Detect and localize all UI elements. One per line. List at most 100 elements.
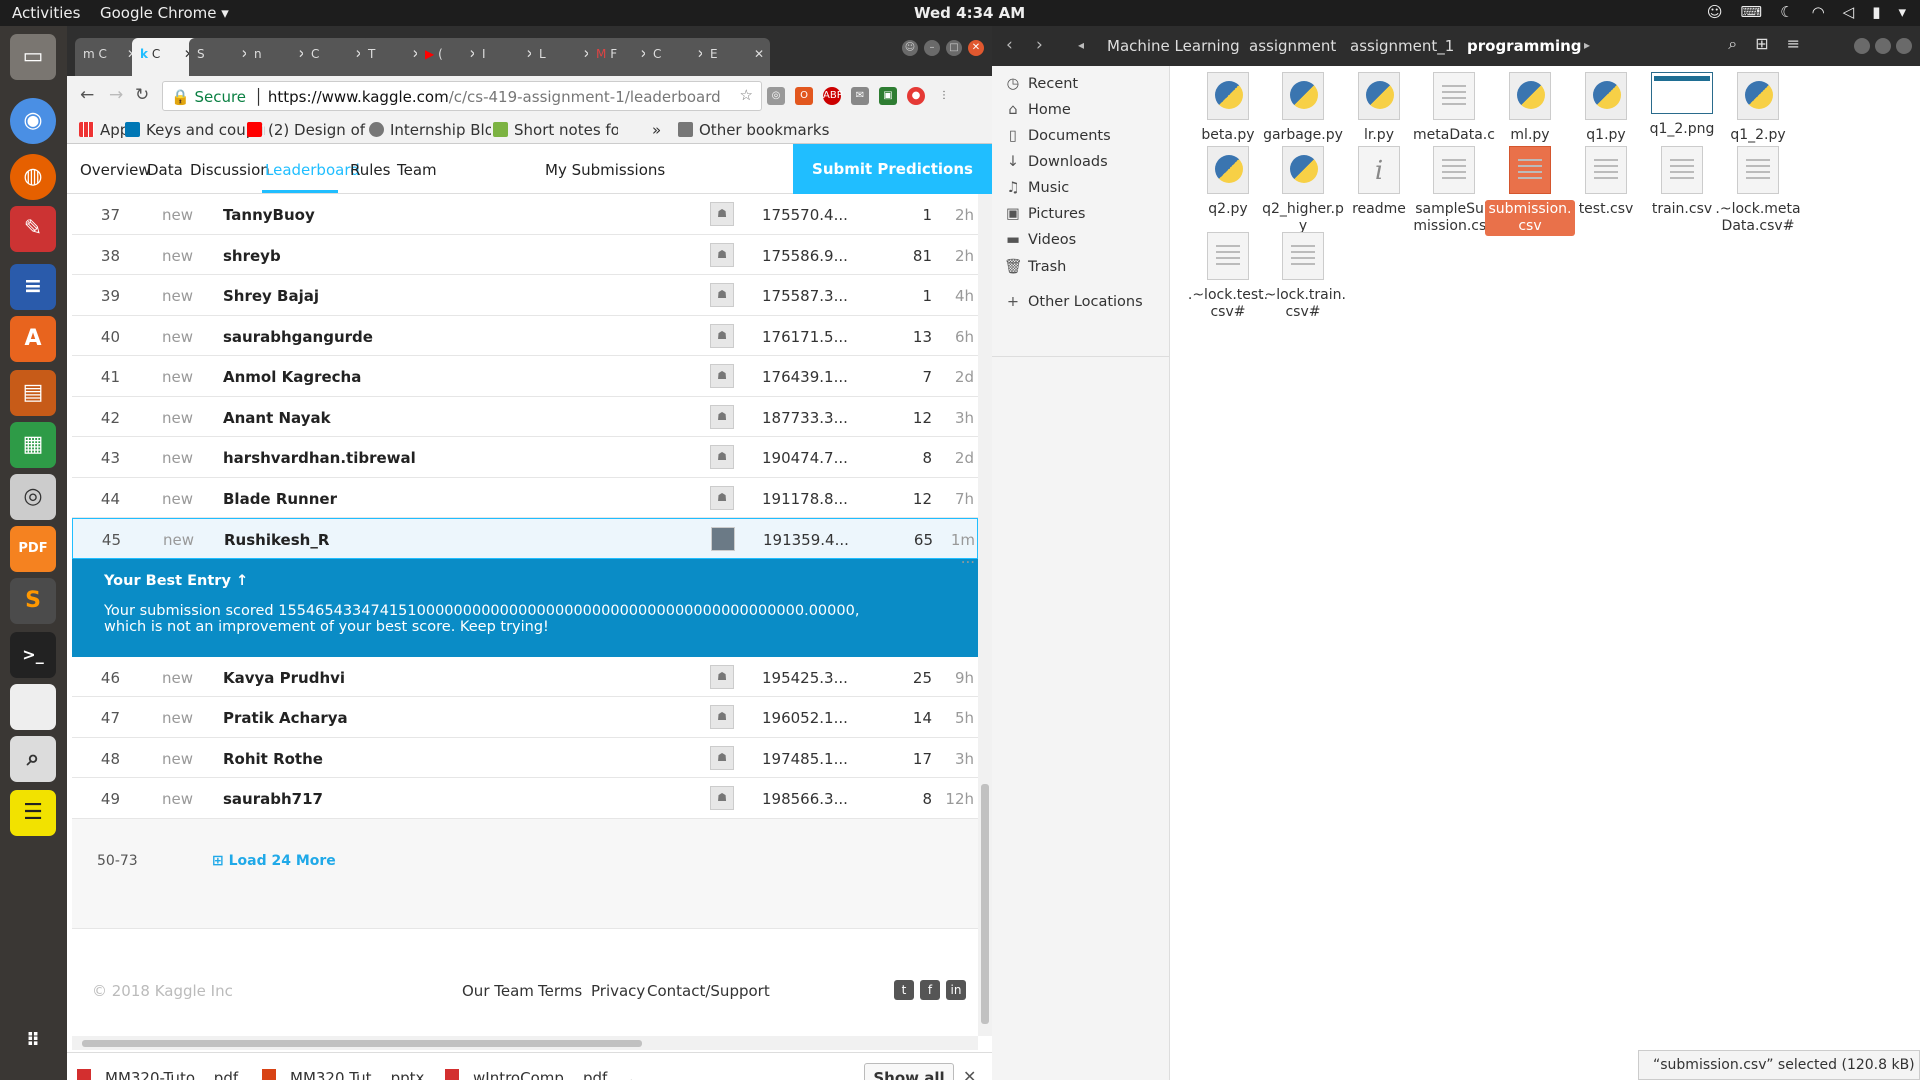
settings-tool-icon[interactable]: ✎: [10, 206, 56, 252]
minimize-button[interactable]: [1854, 38, 1870, 54]
avatar[interactable]: ☗: [710, 745, 734, 770]
back-icon[interactable]: ‹: [1006, 35, 1013, 55]
app-grid-icon[interactable]: ⠿: [10, 1018, 56, 1064]
team-name[interactable]: Blade Runner: [223, 490, 337, 508]
hamburger-menu-icon[interactable]: ≡: [1787, 34, 1800, 54]
avatar[interactable]: ☗: [710, 283, 734, 307]
minimize-button[interactable]: –: [924, 40, 940, 56]
team-name[interactable]: Anant Nayak: [223, 409, 331, 427]
record-icon[interactable]: ●: [907, 87, 925, 105]
close-window-button[interactable]: ✕: [968, 40, 984, 56]
leaderboard-row[interactable]: 41 new Anmol Kagrecha ☗ 176439.1... 7 2d: [72, 356, 978, 397]
leaderboard-row[interactable]: 47 new Pratik Acharya ☗ 196052.1... 14 5h: [72, 697, 978, 738]
linkedin-icon[interactable]: in: [946, 980, 966, 1000]
submit-predictions-button[interactable]: Submit Predictions: [793, 144, 992, 194]
show-all-button[interactable]: Show all: [864, 1063, 954, 1080]
leaderboard-row[interactable]: 49 new saurabh717 ☗ 198566.3... 8 12h: [72, 778, 978, 819]
tab-team[interactable]: Team: [397, 161, 437, 179]
tab-leaderboard[interactable]: Leaderboard: [265, 161, 360, 179]
load-more-button[interactable]: ⊞ Load 24 More: [212, 853, 336, 869]
breadcrumb-assignment-1[interactable]: assignment_1: [1350, 37, 1454, 55]
bookmarks-overflow[interactable]: »: [652, 121, 661, 139]
chevron-up-icon[interactable]: ︿: [625, 1072, 637, 1080]
sidebar-item-home[interactable]: ⌂ Home: [1004, 102, 1070, 118]
power-menu-icon[interactable]: ▾: [1898, 3, 1906, 21]
tab-overview[interactable]: Overview: [80, 161, 151, 179]
volume-icon[interactable]: ◁: [1843, 3, 1855, 21]
twitter-icon[interactable]: t: [894, 980, 914, 1000]
avatar[interactable]: ☗: [710, 445, 734, 469]
office-icon[interactable]: O: [795, 87, 813, 105]
user-icon[interactable]: ☺: [1707, 3, 1723, 21]
night-light-icon[interactable]: ☾: [1780, 3, 1793, 21]
download-item[interactable]: wIntroComp....pdf ︿: [445, 1069, 637, 1080]
leaderboard-row[interactable]: 48 new Rohit Rothe ☗ 197485.1... 17 3h: [72, 738, 978, 778]
pdf-editor-icon[interactable]: PDF: [10, 526, 56, 572]
bookmark-blog[interactable]: Internship Blog -: [369, 121, 491, 139]
close-window-button[interactable]: [1896, 38, 1912, 54]
facebook-icon[interactable]: f: [920, 980, 940, 1000]
search-icon[interactable]: ⌕: [1728, 34, 1737, 54]
back-icon[interactable]: ←: [80, 85, 94, 105]
leaderboard-row[interactable]: 37 new TannyBuoy ☗ 175570.4... 1 2h: [72, 194, 978, 235]
leaderboard-row[interactable]: 42 new Anant Nayak ☗ 187733.3... 12 3h: [72, 397, 978, 437]
maximize-button[interactable]: □: [946, 40, 962, 56]
breadcrumb-programming[interactable]: programming: [1467, 37, 1582, 55]
team-name[interactable]: Anmol Kagrecha: [223, 368, 361, 386]
reload-icon[interactable]: ↻: [135, 85, 149, 105]
path-left-icon[interactable]: ◂: [1078, 38, 1084, 52]
avatar[interactable]: ☗: [710, 664, 734, 689]
leaderboard-row[interactable]: 40 new saurabhgangurde ☗ 176171.5... 13 6h: [72, 316, 978, 356]
sidebar-item-pictures[interactable]: ▣ Pictures: [1004, 206, 1085, 222]
menu-icon[interactable]: ⋮: [935, 87, 953, 105]
bookmark-linkedin[interactable]: Keys and couplin: [125, 121, 265, 139]
other-bookmarks[interactable]: Other bookmarks: [678, 121, 829, 139]
calc-icon[interactable]: ▦: [10, 422, 56, 468]
writer-icon[interactable]: ≡: [10, 264, 56, 310]
browser-tab[interactable]: E ✕: [702, 38, 770, 76]
leaderboard-row[interactable]: 43 new harshvardhan.tibrewal ☗ 190474.7... 8 2…: [72, 437, 978, 478]
sidebar-item-music[interactable]: ♫ Music: [1004, 180, 1070, 196]
footer-link-terms[interactable]: Terms: [538, 982, 582, 1000]
scrollbar-thumb[interactable]: [981, 784, 989, 1024]
avatar[interactable]: ☗: [710, 323, 734, 348]
forward-icon[interactable]: →: [109, 85, 123, 105]
file-item[interactable]: q1_2.py: [1713, 72, 1803, 145]
footer-link-privacy[interactable]: Privacy: [591, 982, 645, 1000]
tab-rules[interactable]: Rules: [350, 161, 390, 179]
team-name[interactable]: Rushikesh_R: [224, 531, 329, 549]
avatar[interactable]: ☗: [710, 485, 734, 510]
sidebar-item-downloads[interactable]: ↓ Downloads: [1004, 154, 1108, 170]
sidebar-item-recent[interactable]: ◷ Recent: [1004, 76, 1078, 92]
sidebar-item-videos[interactable]: ▬ Videos: [1004, 232, 1076, 248]
breadcrumb-assignment[interactable]: assignment: [1249, 37, 1336, 55]
path-right-icon[interactable]: ▸: [1584, 38, 1590, 52]
team-name[interactable]: shreyb: [223, 247, 281, 265]
sidebar-item-other-locations[interactable]: + Other Locations: [1004, 294, 1143, 310]
file-item[interactable]: .~lock.metaData.csv#: [1713, 146, 1803, 236]
impress-icon[interactable]: ▤: [10, 370, 56, 416]
wifi-icon[interactable]: ◠: [1812, 3, 1825, 21]
camera-icon[interactable]: ◎: [10, 474, 56, 520]
maximize-button[interactable]: [1875, 38, 1891, 54]
activities-button[interactable]: Activities: [12, 4, 80, 22]
firefox-icon[interactable]: ◍: [10, 154, 56, 200]
my-leaderboard-row[interactable]: 45 new Rushikesh_R 191359.4... 65 1m ...: [72, 518, 978, 567]
extension-icon[interactable]: ✉: [851, 87, 869, 105]
download-item[interactable]: MM320 Tut....pptx︿: [262, 1069, 454, 1080]
leaderboard-row[interactable]: 39 new Shrey Bajaj ☗ 175587.3... 1 4h: [72, 275, 978, 316]
file-item[interactable]: .~lock.train.csv#: [1258, 232, 1348, 322]
bookmark-star-icon[interactable]: ☆: [740, 86, 753, 104]
address-bar[interactable]: 🔒 Secure │ https://www.kaggle.com/c/cs-41…: [162, 81, 762, 111]
image-viewer-icon[interactable]: ⌕: [10, 736, 56, 782]
close-icon[interactable]: ✕: [754, 47, 764, 61]
avatar[interactable]: ☗: [710, 242, 734, 267]
tab-data[interactable]: Data: [147, 161, 183, 179]
bookmark-notes[interactable]: Short notes for (: [493, 121, 618, 139]
adblock-icon[interactable]: ABP: [823, 87, 843, 105]
leaderboard-row[interactable]: 46 new Kavya Prudhvi ☗ 195425.3... 25 9h: [72, 657, 978, 697]
view-toggle-icon[interactable]: ⊞: [1755, 34, 1768, 54]
my-submissions-link[interactable]: My Submissions: [545, 161, 665, 179]
sidebar-item-trash[interactable]: 🗑 Trash: [1004, 258, 1066, 275]
text-editor-icon[interactable]: [10, 684, 56, 730]
